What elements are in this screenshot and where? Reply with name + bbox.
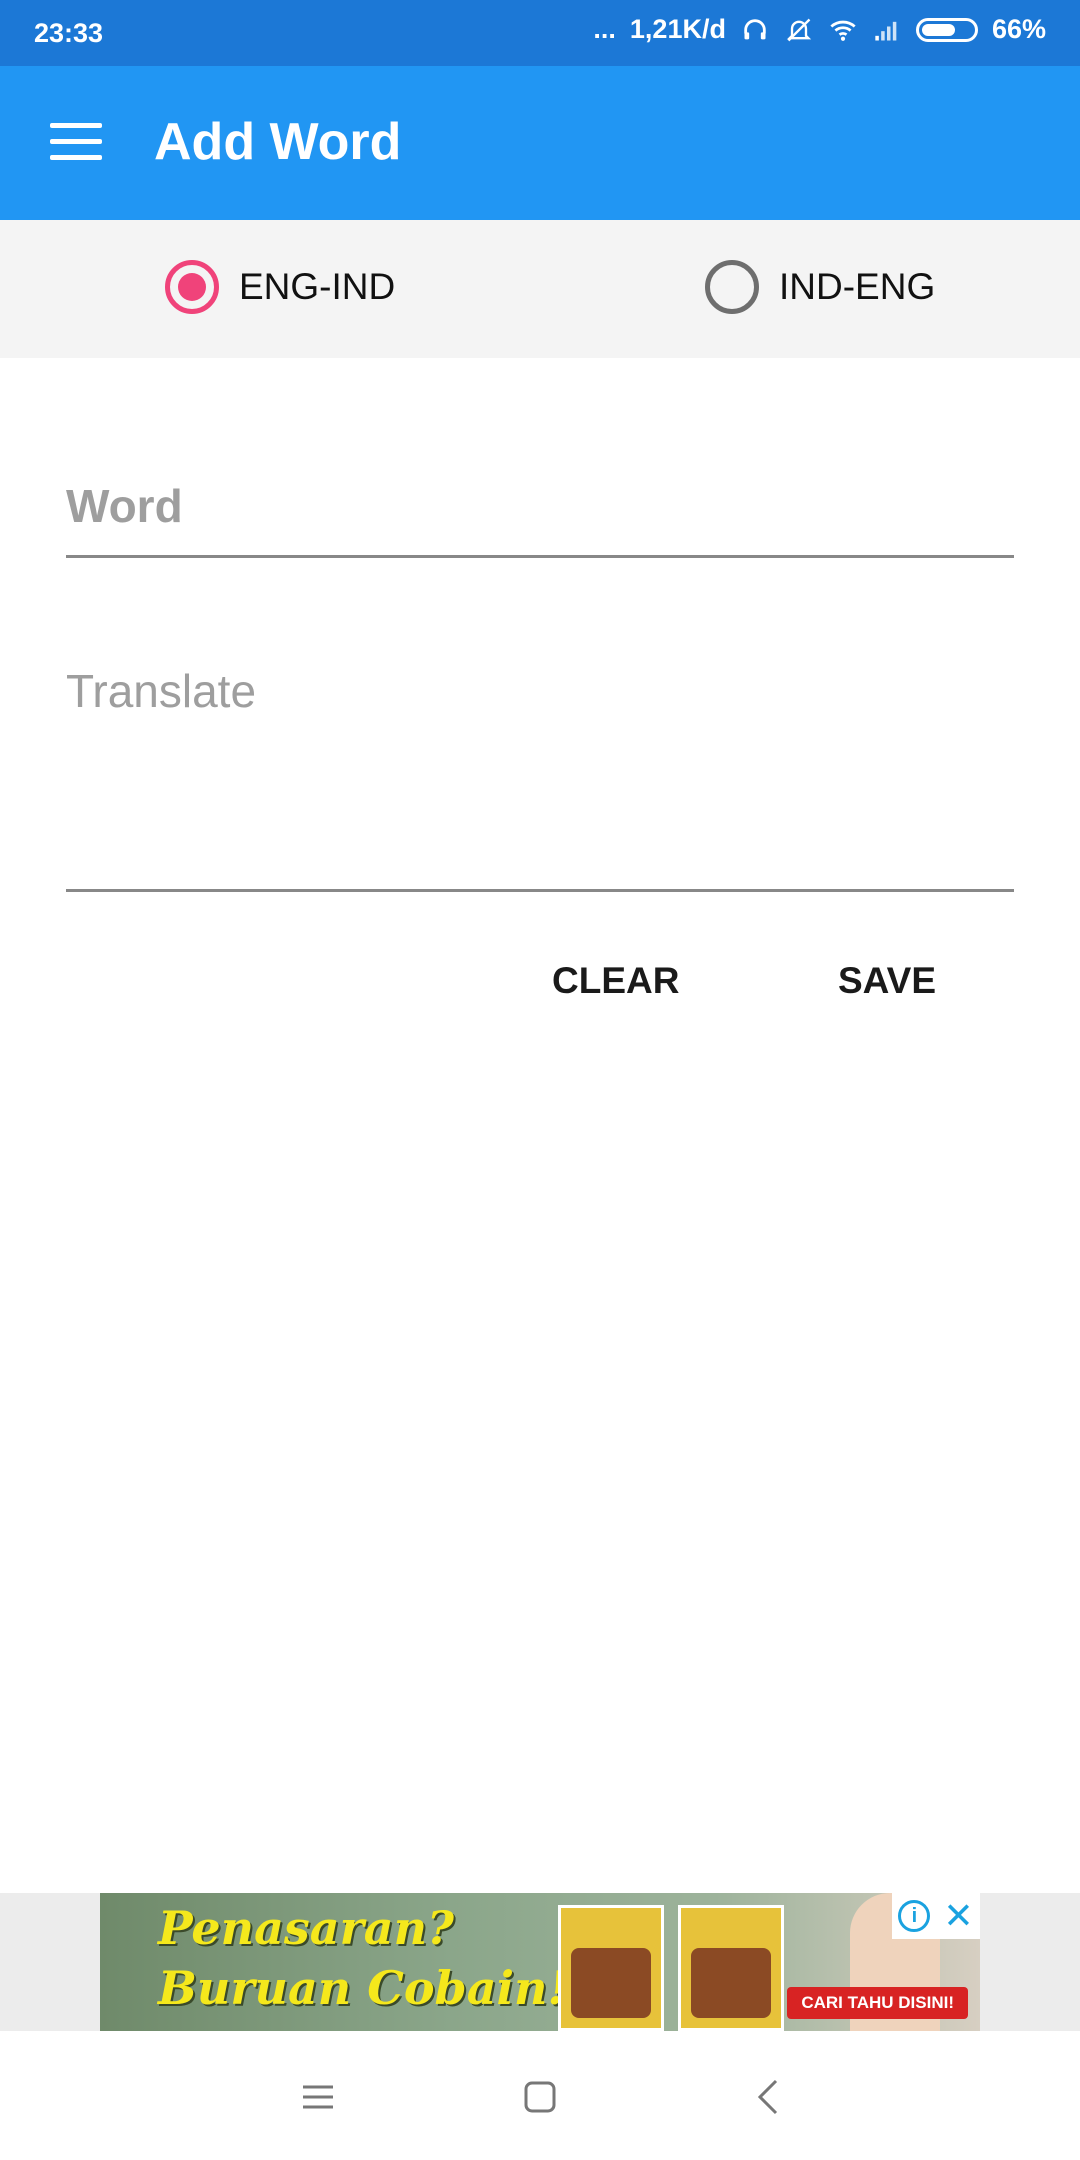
radio-ind-eng[interactable]: IND-ENG bbox=[705, 260, 935, 314]
page-title: Add Word bbox=[154, 113, 402, 171]
radio-eng-ind[interactable]: ENG-IND bbox=[165, 260, 395, 314]
word-input[interactable] bbox=[66, 470, 1014, 542]
status-time: 23:33 bbox=[34, 18, 104, 48]
radio-label-eng-ind: ENG-IND bbox=[239, 266, 396, 307]
notifications-off-icon bbox=[784, 15, 814, 45]
recents-icon[interactable] bbox=[288, 2067, 348, 2127]
direction-radio-group: ENG-IND IND-ENG bbox=[0, 220, 1080, 358]
radio-button-eng-ind[interactable] bbox=[165, 260, 219, 314]
ad-cta-button[interactable]: CARI TAHU DISINI! bbox=[787, 1987, 968, 2019]
home-icon[interactable] bbox=[510, 2067, 570, 2127]
ad-controls: i ✕ bbox=[892, 1893, 980, 1939]
status-bar: 23:33 ... 1,21K/d 66% bbox=[0, 0, 1080, 66]
wifi-icon bbox=[828, 15, 858, 45]
status-more: ... bbox=[593, 14, 616, 44]
battery-percent: 66% bbox=[991, 14, 1046, 44]
system-nav-bar bbox=[0, 2031, 1080, 2160]
ad-info-icon[interactable]: i bbox=[898, 1900, 931, 1932]
back-icon[interactable] bbox=[738, 2067, 798, 2127]
word-field bbox=[66, 470, 1014, 558]
menu-icon[interactable] bbox=[40, 114, 112, 174]
status-icons: ... 1,21K/d 66% bbox=[593, 14, 1046, 45]
signal-icon bbox=[872, 15, 902, 45]
ad-headline-1: Penasaran? bbox=[158, 1901, 455, 1955]
save-button[interactable]: SAVE bbox=[820, 950, 954, 1012]
ad-close-icon[interactable]: ✕ bbox=[943, 1898, 973, 1934]
ad-area: Penasaran? Buruan Cobain! CARI TAHU DISI… bbox=[0, 1893, 1080, 2031]
radio-button-ind-eng[interactable] bbox=[705, 260, 759, 314]
clear-button[interactable]: CLEAR bbox=[534, 950, 697, 1012]
network-speed: 1,21K/d bbox=[629, 14, 726, 44]
app-bar: Add Word bbox=[0, 66, 1080, 220]
translate-input[interactable] bbox=[66, 664, 1014, 884]
ad-banner[interactable]: Penasaran? Buruan Cobain! CARI TAHU DISI… bbox=[100, 1893, 980, 2031]
radio-label-ind-eng: IND-ENG bbox=[779, 266, 936, 307]
translate-field bbox=[66, 650, 1014, 892]
ad-headline-2: Buruan Cobain! bbox=[158, 1961, 568, 2015]
ad-product-image bbox=[558, 1905, 664, 2031]
ad-product-image bbox=[678, 1905, 784, 2031]
battery-icon bbox=[915, 17, 978, 42]
headset-icon bbox=[740, 15, 770, 45]
